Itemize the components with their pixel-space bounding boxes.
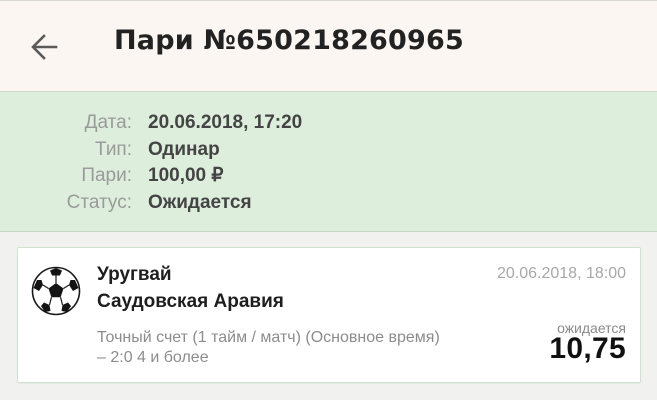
app-bar: Пари №650218260965 [0, 0, 657, 91]
type-value: Одинар [148, 139, 220, 160]
back-button[interactable] [22, 27, 66, 67]
status-label: Статус: [66, 192, 132, 213]
odds-value: 10,75 [549, 332, 626, 365]
bet-summary: Дата: 20.06.2018, 17:20 Тип: Одинар Пари… [0, 91, 657, 232]
stake-label: Пари: [81, 165, 132, 186]
team-away: Саудовская Аравия [97, 291, 284, 312]
soccer-ball-icon [31, 266, 81, 316]
market-outcome: – 2:0 4 и более [97, 349, 209, 366]
event-card[interactable]: Уругвай Саудовская Аравия 20.06.2018, 18… [17, 247, 641, 383]
bet-details-screen: Пари №650218260965 Дата: 20.06.2018, 17:… [0, 0, 657, 400]
status-value: Ожидается [148, 192, 252, 213]
team-home: Уругвай [97, 264, 172, 285]
date-value: 20.06.2018, 17:20 [148, 112, 303, 133]
summary-row-stake: Пари: 100,00 ₽ [0, 164, 657, 188]
summary-row-date: Дата: 20.06.2018, 17:20 [0, 111, 657, 135]
summary-row-status: Статус: Ожидается [0, 191, 657, 215]
arrow-left-icon [31, 34, 58, 60]
page-title: Пари №650218260965 [114, 25, 464, 56]
type-label: Тип: [95, 139, 132, 160]
event-date: 20.06.2018, 18:00 [496, 265, 626, 282]
summary-row-type: Тип: Одинар [0, 138, 657, 162]
date-label: Дата: [84, 112, 132, 133]
stake-value: 100,00 ₽ [148, 165, 224, 186]
market-description: Точный счет (1 тайм / матч) (Основное вр… [97, 328, 497, 368]
market-line: Точный счет (1 тайм / матч) (Основное вр… [97, 329, 440, 346]
